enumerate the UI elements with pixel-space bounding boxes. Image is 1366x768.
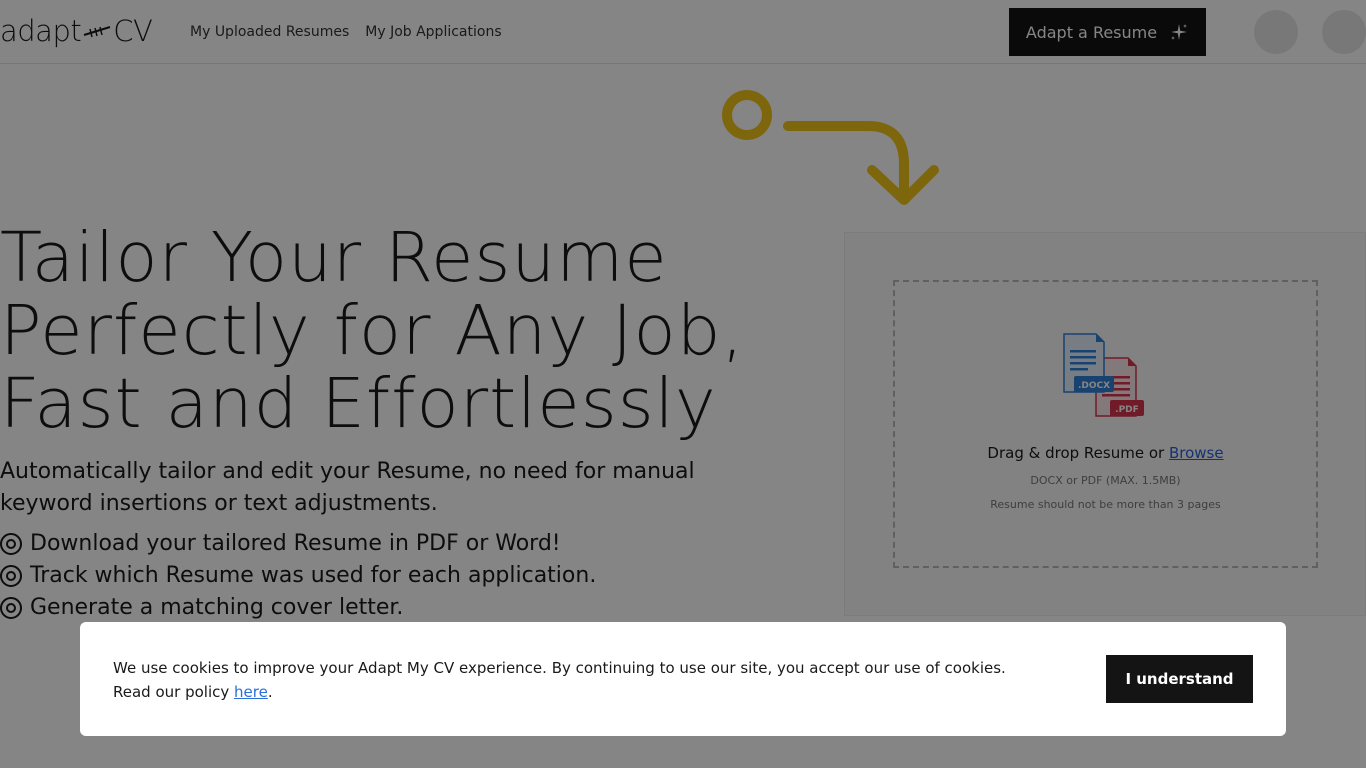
accept-cookies-button[interactable]: I understand — [1106, 655, 1253, 703]
cookie-policy-suffix: . — [267, 683, 273, 701]
cookie-policy-prefix: Read our policy — [113, 683, 230, 701]
cookie-message: We use cookies to improve your Adapt My … — [113, 656, 1053, 704]
cookie-text: We use cookies to improve your Adapt My … — [113, 659, 1006, 677]
cookie-policy-link[interactable]: here — [234, 683, 268, 701]
cookie-banner: We use cookies to improve your Adapt My … — [80, 622, 1286, 736]
